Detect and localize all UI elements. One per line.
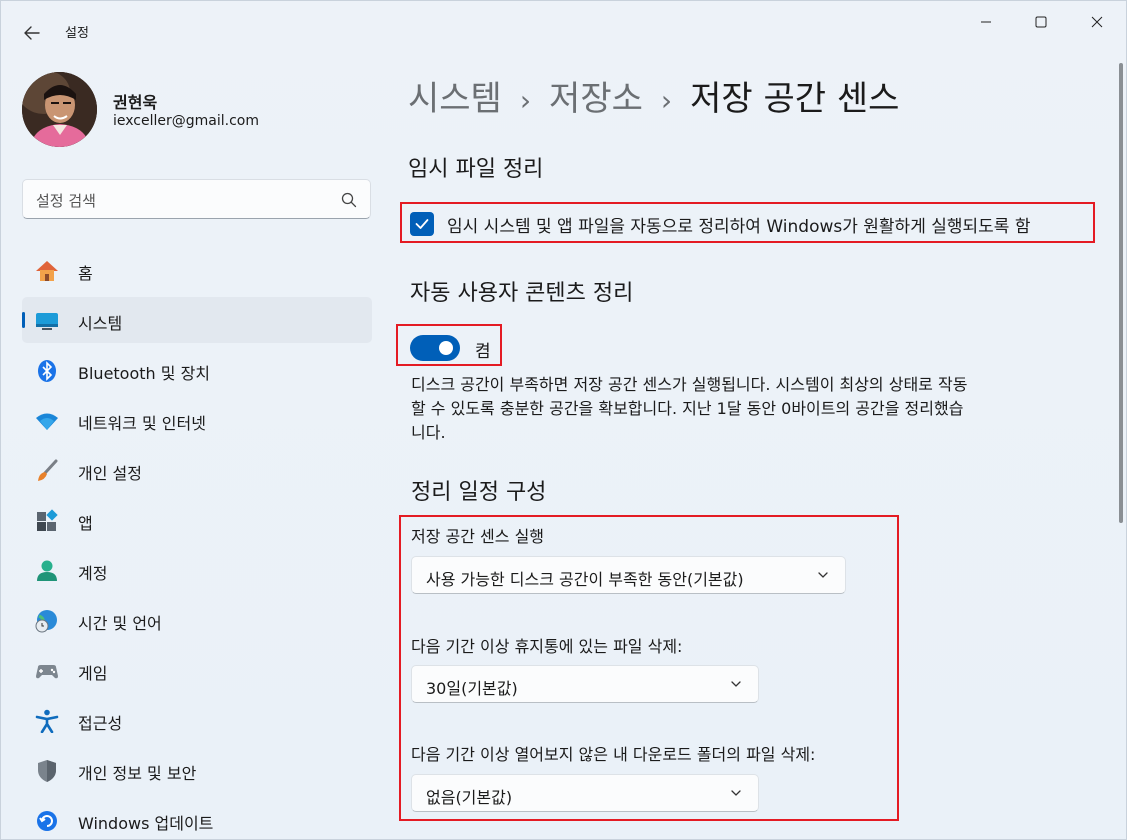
auto-cleanup-title: 자동 사용자 콘텐츠 정리 <box>410 281 634 306</box>
breadcrumb-item-storage[interactable]: 저장소 <box>549 79 643 119</box>
dropdown-value: 30일(기본값) <box>426 679 518 698</box>
sidebar-item-label: 접근성 <box>78 714 123 733</box>
apps-icon <box>34 509 60 533</box>
chevron-down-icon <box>731 790 741 796</box>
scrollbar[interactable] <box>1119 63 1123 523</box>
user-photo-icon <box>22 72 97 147</box>
breadcrumb-separator: › <box>519 84 532 117</box>
search-placeholder: 설정 검색 <box>36 192 96 210</box>
bluetooth-icon <box>34 359 60 383</box>
downloads-label: 다음 기간 이상 열어보지 않은 내 다운로드 폴더의 파일 삭제: <box>411 745 816 764</box>
gamepad-icon <box>34 659 60 683</box>
back-arrow-icon <box>24 26 40 40</box>
dropdown-value: 사용 가능한 디스크 공간이 부족한 동안(기본값) <box>426 570 744 589</box>
maximize-icon <box>1035 16 1047 28</box>
temp-files-checkbox[interactable] <box>410 212 434 236</box>
dropdown-value: 없음(기본값) <box>426 788 513 807</box>
app-title: 설정 <box>65 26 89 41</box>
storage-sense-toggle[interactable] <box>410 335 460 361</box>
sidebar-item-bluetooth[interactable]: Bluetooth 및 장치 <box>22 347 372 393</box>
sidebar-nav: 홈 시스템 Bluetooth 및 장치 네트워크 및 인터넷 개인 설정 앱 … <box>22 247 372 839</box>
recycle-bin-label: 다음 기간 이상 휴지통에 있는 파일 삭제: <box>411 637 683 656</box>
sidebar-item-label: 개인 정보 및 보안 <box>78 764 197 783</box>
settings-window: 설정 권현욱 iexceller@gmail.com 설정 검색 홈 시스템 B… <box>0 0 1127 840</box>
recycle-bin-dropdown[interactable]: 30일(기본값) <box>411 665 759 703</box>
accessibility-icon <box>34 709 60 733</box>
sidebar-item-label: 네트워크 및 인터넷 <box>78 414 206 433</box>
minimize-button[interactable] <box>963 9 1009 35</box>
close-icon <box>1091 16 1103 28</box>
breadcrumb-item-system[interactable]: 시스템 <box>408 79 502 119</box>
update-icon <box>34 809 60 833</box>
checkmark-icon <box>415 219 429 229</box>
sidebar-item-accounts[interactable]: 계정 <box>22 547 372 593</box>
search-icon[interactable] <box>340 191 358 209</box>
page-title: 저장 공간 센스 <box>690 79 900 119</box>
toggle-knob <box>439 341 453 355</box>
sidebar-item-label: 시스템 <box>78 314 123 333</box>
breadcrumb: 시스템 › 저장소 › 저장 공간 센스 <box>408 71 899 120</box>
sidebar-item-accessibility[interactable]: 접근성 <box>22 697 372 743</box>
title-bar: 설정 <box>1 1 1126 61</box>
brush-icon <box>34 459 60 483</box>
toggle-state-label: 켬 <box>475 342 491 362</box>
system-icon <box>34 309 60 333</box>
sidebar-item-privacy[interactable]: 개인 정보 및 보안 <box>22 747 372 793</box>
sidebar-item-home[interactable]: 홈 <box>22 247 372 293</box>
minimize-icon <box>981 21 991 23</box>
wifi-icon <box>34 409 60 433</box>
breadcrumb-separator: › <box>660 84 673 117</box>
sidebar-item-time-language[interactable]: 시간 및 언어 <box>22 597 372 643</box>
search-input[interactable]: 설정 검색 <box>22 179 371 219</box>
sidebar-item-label: 홈 <box>78 264 93 283</box>
storage-sense-description: 디스크 공간이 부족하면 저장 공간 센스가 실행됩니다. 시스템이 최상의 상… <box>411 375 968 442</box>
user-email: iexceller@gmail.com <box>113 113 259 129</box>
temp-files-checkbox-label[interactable]: 임시 시스템 및 앱 파일을 자동으로 정리하여 Windows가 원활하게 실… <box>447 212 1030 237</box>
sidebar-item-label: Bluetooth 및 장치 <box>78 364 211 383</box>
selection-indicator <box>22 312 25 328</box>
home-icon <box>34 259 60 283</box>
sidebar-item-personalization[interactable]: 개인 설정 <box>22 447 372 493</box>
chevron-down-icon <box>731 681 741 687</box>
back-button[interactable] <box>15 19 49 47</box>
run-storage-sense-dropdown[interactable]: 사용 가능한 디스크 공간이 부족한 동안(기본값) <box>411 556 846 594</box>
sidebar-item-gaming[interactable]: 게임 <box>22 647 372 693</box>
sidebar-item-label: Windows 업데이트 <box>78 814 214 833</box>
sidebar-item-label: 계정 <box>78 564 108 583</box>
maximize-button[interactable] <box>1018 9 1064 35</box>
run-storage-sense-label: 저장 공간 센스 실행 <box>411 527 545 546</box>
sidebar-item-label: 개인 설정 <box>78 464 142 483</box>
sidebar-item-label: 앱 <box>78 514 93 533</box>
user-name: 권현욱 <box>113 93 158 112</box>
temp-files-title: 임시 파일 정리 <box>408 157 544 182</box>
globe-clock-icon <box>34 609 60 633</box>
sidebar-item-network[interactable]: 네트워크 및 인터넷 <box>22 397 372 443</box>
downloads-dropdown[interactable]: 없음(기본값) <box>411 774 759 812</box>
avatar[interactable] <box>22 72 97 147</box>
account-icon <box>34 559 60 583</box>
sidebar-item-system[interactable]: 시스템 <box>22 297 372 343</box>
sidebar-item-apps[interactable]: 앱 <box>22 497 372 543</box>
sidebar-item-label: 게임 <box>78 664 108 683</box>
schedule-title: 정리 일정 구성 <box>411 480 547 505</box>
sidebar-item-label: 시간 및 언어 <box>78 614 162 633</box>
chevron-down-icon <box>818 572 828 578</box>
shield-icon <box>34 759 60 783</box>
sidebar-item-windows-update[interactable]: Windows 업데이트 <box>22 797 372 839</box>
close-button[interactable] <box>1074 9 1120 35</box>
